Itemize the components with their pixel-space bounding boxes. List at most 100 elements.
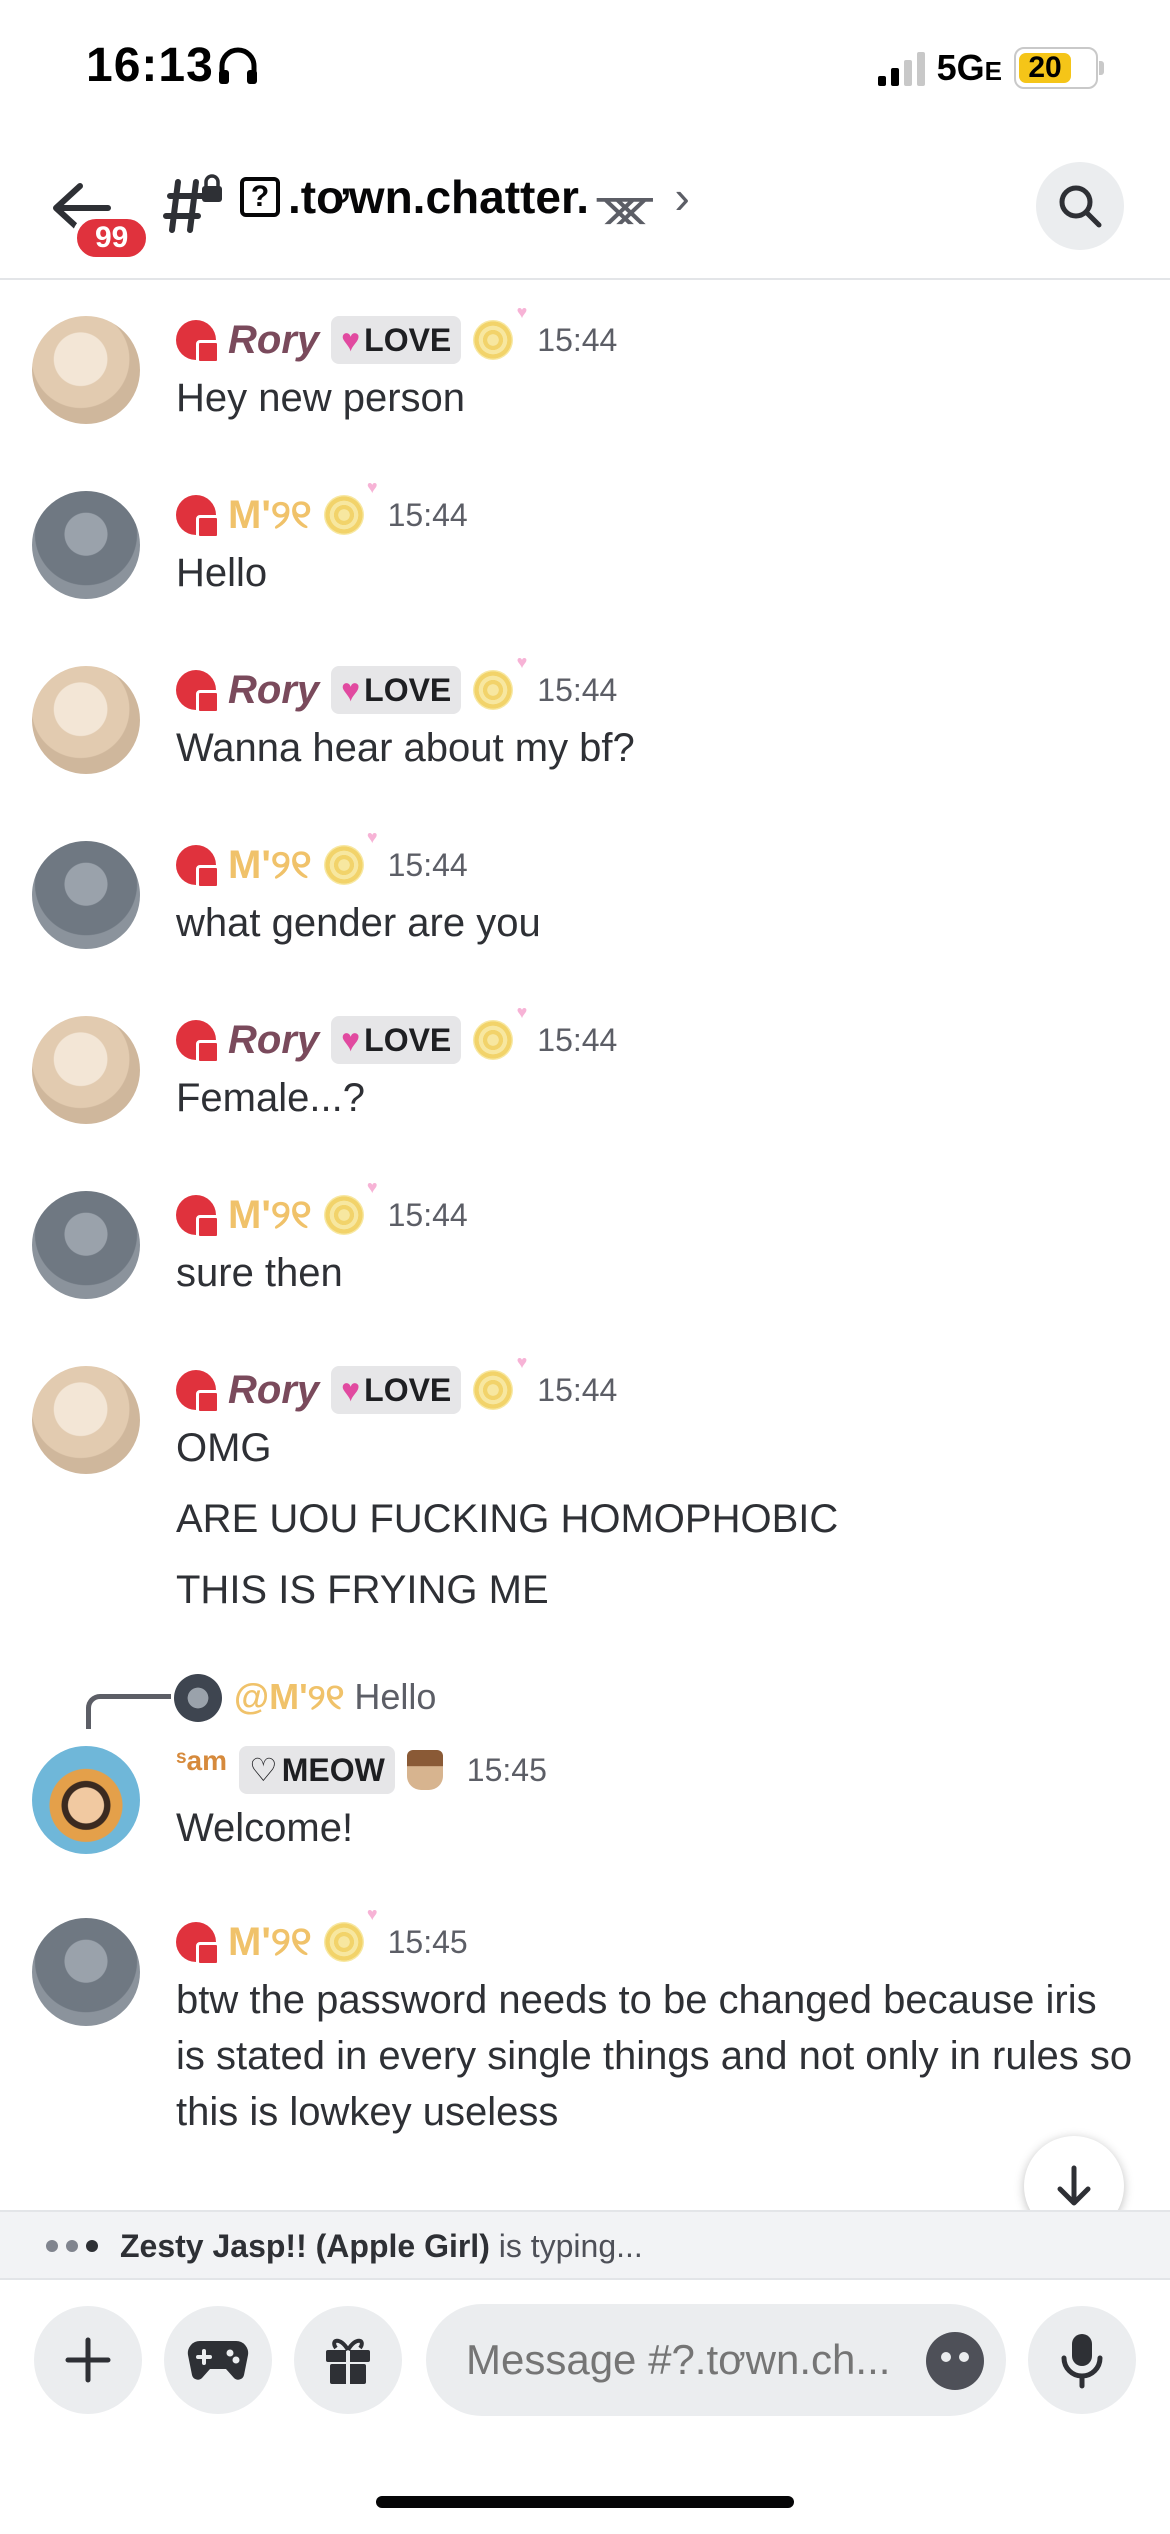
avatar[interactable] [32,316,140,424]
gamepad-icon [187,2340,249,2380]
channel-suffix: ᚘ [597,171,653,223]
timestamp: 15:44 [387,846,468,883]
swirl-badge-icon [323,827,378,885]
moderator-icon [176,1922,220,1966]
moderator-icon [176,495,220,539]
reply-avatar [174,1674,222,1722]
reply-connector [86,1694,171,1729]
role-tag: ♥ LOVE [331,316,462,364]
swirl-badge-icon [473,1002,527,1060]
swirl-badge-icon [323,1177,378,1235]
locked-channel-icon [163,174,222,233]
timestamp: 15:45 [387,1923,468,1960]
swirl-badge-icon [473,652,527,710]
message-text: Hello [176,551,268,595]
typing-dots-icon [46,2240,98,2252]
status-time: 16:13 [86,39,214,92]
chevron-right-icon: › [674,171,690,223]
search-button[interactable] [1036,162,1124,250]
channel-title[interactable]: ? .tơwn.chatter. ᚘ › [240,170,690,224]
add-attachment-button[interactable] [34,2306,142,2414]
battery-icon: 20 [1014,47,1104,89]
avatar[interactable] [32,1918,140,2026]
avatar[interactable] [32,491,140,599]
moderator-icon [176,1020,220,1064]
gift-button[interactable] [294,2306,402,2414]
gift-icon [326,2338,370,2384]
swirl-badge-icon [473,1352,527,1410]
typing-indicator: Zesty Jasp!! (Apple Girl) is typing... [0,2210,1170,2280]
battery-level: 20 [1019,51,1071,84]
message-text: what gender are you [176,901,541,945]
moderator-icon [176,1195,220,1239]
typing-suffix: is typing... [498,2227,643,2264]
message-input[interactable] [464,2335,898,2385]
heart-icon: ♥ [341,671,361,708]
moderator-icon [176,1370,220,1414]
message-text: Hey new person [176,376,466,420]
username[interactable]: Rory [228,1368,319,1413]
heart-icon: ♥ [341,1371,361,1408]
message-text: Female...? [176,1076,365,1120]
search-icon [1059,185,1102,228]
timestamp: 15:44 [537,1371,618,1408]
timestamp: 15:44 [537,671,618,708]
avatar[interactable] [32,1746,140,1854]
role-tag: ♡ MEOW [239,1746,395,1794]
coffee-icon [406,1750,443,1790]
role-tag: ♥ LOVE [331,1366,462,1414]
role-tag: ♥ LOVE [331,1016,462,1064]
message-text: Welcome! [176,1806,354,1850]
unread-badge: 99 [72,214,152,262]
heart-outline-icon: ♡ [249,1752,278,1788]
username[interactable]: Rory [228,1018,319,1063]
status-indicators: 5GE 20 [877,47,1104,89]
avatar[interactable] [32,666,140,774]
swirl-badge-icon [473,302,527,360]
username[interactable]: M'୨୧ [228,493,312,538]
timestamp: 15:44 [387,1196,468,1233]
headphones-icon [219,47,257,84]
message-text: OMG [176,1426,272,1470]
emoji-icon[interactable] [926,2332,984,2390]
avatar[interactable] [32,841,140,949]
reply-preview[interactable]: @M'୨୧ Hello [234,1676,436,1719]
timestamp: 15:44 [537,1021,618,1058]
microphone-icon [1061,2334,1103,2389]
signal-icon [877,50,925,86]
timestamp: 15:45 [466,1751,547,1788]
role-tag: ♥ LOVE [331,666,462,714]
message-text: ARE UOU FUCKING HOMOPHOBIC [176,1497,839,1541]
moderator-icon [176,845,220,889]
message-text: THIS IS FRYING ME [176,1568,549,1612]
message-text: Wanna hear about my bf? [176,726,635,770]
avatar[interactable] [32,1366,140,1474]
message-text: btw the password needs to be changed bec… [176,1978,1133,2134]
username[interactable]: M'୨୧ [228,843,312,888]
username[interactable]: ˢam [176,1745,227,1777]
reply-snippet: Hello [354,1676,437,1717]
timestamp: 15:44 [537,321,618,358]
network-type: 5GE [936,47,1002,88]
username[interactable]: Rory [228,318,319,363]
question-box-icon: ? [240,177,280,217]
message-text: sure then [176,1251,343,1295]
plus-icon [65,2337,111,2383]
username[interactable]: M'୨୧ [228,1193,312,1238]
channel-name: .tơwn.chatter. [288,171,590,223]
activities-button[interactable] [164,2306,272,2414]
moderator-icon [176,670,220,714]
voice-message-button[interactable] [1028,2306,1136,2414]
avatar[interactable] [32,1191,140,1299]
swirl-badge-icon [323,1904,378,1962]
heart-icon: ♥ [341,1021,361,1058]
home-indicator [376,2496,794,2508]
timestamp: 15:44 [387,496,468,533]
typing-user: Zesty Jasp!! (Apple Girl) [120,2227,490,2264]
heart-icon: ♥ [341,321,361,358]
message-composer[interactable] [426,2304,1006,2416]
username[interactable]: M'୨୧ [228,1920,312,1965]
reply-mention: @M'୨୧ [234,1676,345,1717]
username[interactable]: Rory [228,668,319,713]
avatar[interactable] [32,1016,140,1124]
